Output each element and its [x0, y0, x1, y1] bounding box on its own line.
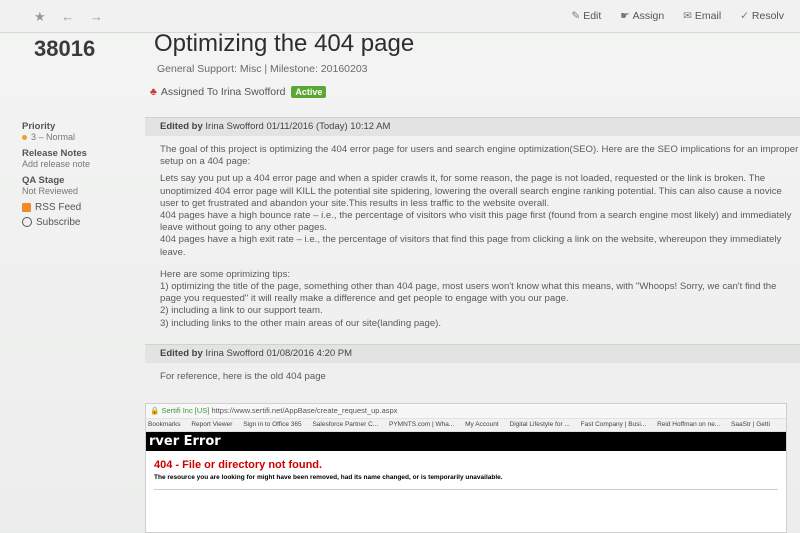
comment-1: Edited by Irina Swofford 01/11/2016 (Tod…	[145, 117, 800, 335]
comment-paragraph: 1) optimizing the title of the page, som…	[160, 281, 777, 305]
priority-dot-icon	[22, 135, 27, 141]
assign-label: Assign	[632, 10, 665, 22]
subscribe-icon	[22, 217, 32, 228]
assignee-row: ♣ Assigned To Irina Swofford Active	[150, 86, 327, 98]
comment-header: Edited by Irina Swofford 01/11/2016 (Tod…	[145, 117, 800, 136]
bookmark-item: PYMNTS.com | Wha...	[389, 421, 455, 428]
hand-icon: ☛	[620, 10, 630, 22]
ticket-id: 38016	[34, 36, 96, 61]
toolbar-actions: ✎ Edit ☛ Assign ✉ Email ✓ Resolv	[571, 10, 800, 22]
ticket-screen: ★ ← → ✎ Edit ☛ Assign ✉ Email ✓ Resolv 38016…	[0, 0, 800, 533]
priority-text: 3 – Normal	[31, 132, 76, 142]
bookmark-item: Bookmarks	[148, 421, 181, 428]
nav-icons[interactable]: ★ ← →	[34, 9, 109, 25]
edited-by-label: Edited by	[160, 348, 203, 359]
comment-body: For reference, here is the old 404 page	[145, 363, 800, 383]
edited-by-label: Edited by	[160, 121, 203, 132]
comment-paragraph: The goal of this project is optimizing t…	[160, 144, 799, 168]
comment-header: Edited by Irina Swofford 01/08/2016 4:20…	[145, 344, 800, 363]
pencil-icon: ✎	[571, 10, 581, 22]
bookmarks-bar: Bookmarks Report Viewer Sign in to Offic…	[146, 419, 786, 432]
edit-button[interactable]: ✎ Edit	[571, 10, 609, 22]
priority-value[interactable]: 3 – Normal	[22, 132, 132, 142]
comment-author: Irina Swofford 01/08/2016 4:20 PM	[205, 348, 353, 359]
resolve-label: Resolv	[751, 10, 784, 22]
comment-author: Irina Swofford 01/11/2016 (Today) 10:12 …	[205, 121, 391, 132]
bookmark-item: Sign in to Office 365	[243, 421, 302, 428]
release-notes-label: Release Notes	[22, 148, 87, 159]
subscribe-link[interactable]: Subscribe	[22, 217, 132, 228]
rss-label: RSS Feed	[35, 202, 82, 213]
page-title: Optimizing the 404 page	[154, 30, 415, 57]
add-release-note-link[interactable]: Add release note	[22, 159, 132, 169]
bookmark-item: SaaStr | Getti	[731, 421, 770, 428]
person-icon: ♣	[150, 86, 157, 98]
comment-paragraph: 404 pages have a high bounce rate – i.e.…	[160, 210, 792, 234]
status-badge: Active	[291, 86, 327, 98]
sidebar: Priority 3 – Normal Release Notes Add re…	[22, 115, 132, 228]
comment-paragraph: Lets say you put up a 404 error page and…	[160, 173, 782, 209]
bookmark-item: Reid Hoffman on ne...	[657, 421, 721, 428]
email-button[interactable]: ✉ Email	[683, 10, 729, 22]
comment-body: The goal of this project is optimizing t…	[145, 136, 800, 330]
envelope-icon: ✉	[683, 10, 692, 22]
browser-url-bar: 🔒 Sertifi Inc [US] https://www.sertifi.n…	[146, 404, 786, 419]
bookmark-item: Report Viewer	[191, 421, 233, 428]
bookmark-item: Salesforce Partner C...	[312, 421, 379, 428]
comment-2: Edited by Irina Swofford 01/08/2016 4:20…	[145, 344, 800, 388]
divider	[154, 489, 778, 490]
edit-label: Edit	[583, 10, 602, 22]
comment-paragraph: 404 pages have a high exit rate – i.e., …	[160, 234, 782, 258]
ticket-meta: General Support: Misc | Milestone: 20160…	[157, 63, 368, 75]
assign-button[interactable]: ☛ Assign	[620, 10, 672, 22]
qa-stage-value[interactable]: Not Reviewed	[22, 186, 132, 196]
server-error-banner: rver Error	[146, 432, 786, 451]
qa-stage-label: QA Stage	[22, 175, 65, 186]
priority-label: Priority	[22, 121, 56, 132]
check-icon: ✓	[740, 10, 749, 22]
error-description: The resource you are looking for might h…	[154, 474, 503, 481]
rss-feed-link[interactable]: RSS Feed	[22, 202, 132, 213]
url-text: https://www.sertifi.net/AppBase/create_r…	[211, 406, 398, 415]
secure-label: Sertifi Inc [US]	[161, 406, 210, 415]
bookmark-item: Digital Lifestyle for ...	[509, 421, 570, 428]
embedded-screenshot: 🔒 Sertifi Inc [US] https://www.sertifi.n…	[145, 403, 787, 533]
comment-paragraph: 2) including a link to our support team.	[160, 305, 323, 317]
rss-icon	[22, 202, 31, 212]
error-title: 404 - File or directory not found.	[154, 459, 323, 471]
resolve-button[interactable]: ✓ Resolv	[740, 10, 792, 22]
assignee-text[interactable]: Assigned To Irina Swofford	[161, 86, 286, 98]
lock-icon: 🔒	[150, 406, 160, 415]
top-toolbar: ★ ← → ✎ Edit ☛ Assign ✉ Email ✓ Resolv	[0, 0, 800, 33]
subscribe-label: Subscribe	[36, 217, 81, 228]
email-label: Email	[694, 10, 722, 22]
bookmark-item: Fast Company | Busi...	[580, 421, 647, 428]
bookmark-item: My Account	[465, 421, 499, 428]
comment-paragraph: Here are some oprimizing tips:	[160, 268, 291, 280]
comment-paragraph: For reference, here is the old 404 page	[160, 371, 326, 382]
comment-paragraph: 3) including links to the other main are…	[160, 317, 442, 329]
